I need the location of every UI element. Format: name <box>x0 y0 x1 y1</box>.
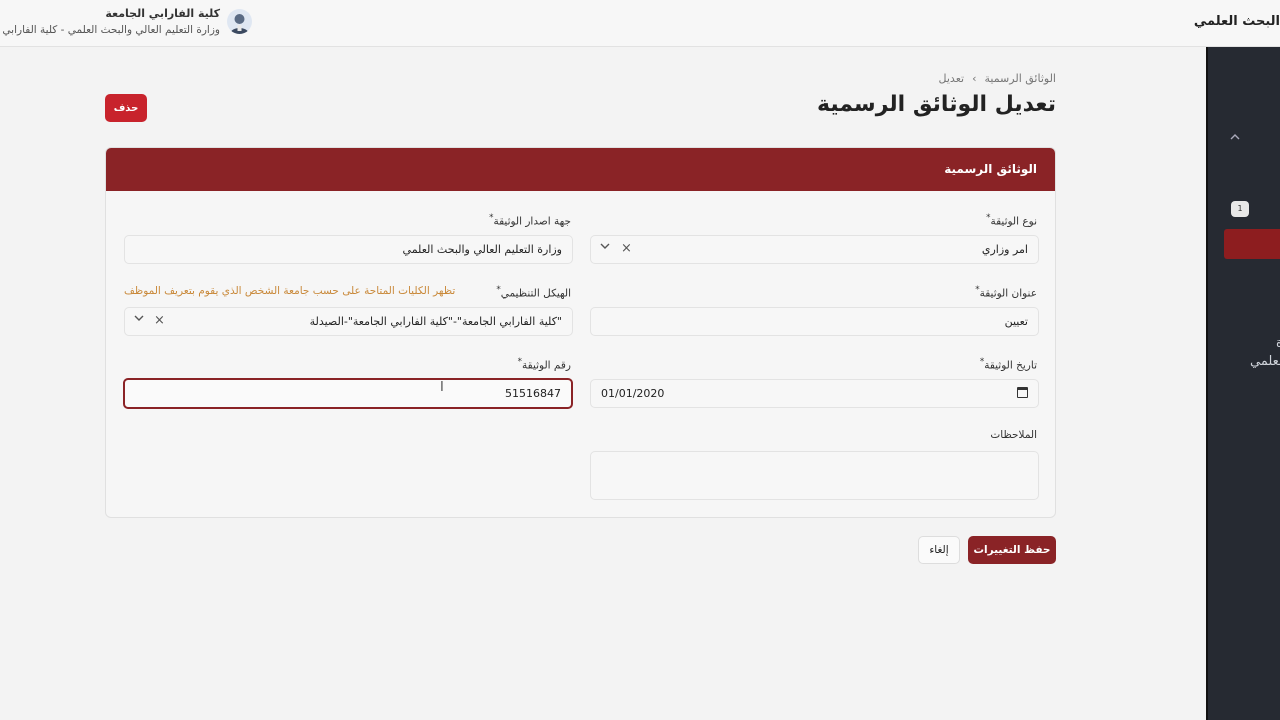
doc-date-label: تاريخ الوثيقة* <box>979 357 1037 372</box>
issuer-value: وزارة التعليم العالي والبحث العلمي <box>402 243 562 256</box>
doc-type-label: نوع الوثيقة* <box>986 213 1037 228</box>
breadcrumb: الوثائق الرسمية › تعديل <box>939 72 1056 85</box>
issuer-label: جهة اصدار الوثيقة* <box>489 213 571 228</box>
notes-textarea[interactable] <box>590 451 1039 500</box>
breadcrumb-current: تعديل <box>938 72 965 85</box>
doc-number-field[interactable]: 51516847 <box>123 378 573 409</box>
doc-type-select[interactable]: امر وزاري × <box>590 235 1039 264</box>
org-structure-hint: تظهر الكليات المتاحة على حسب جامعة الشخص… <box>124 285 456 297</box>
notes-label: الملاحظات <box>990 429 1037 441</box>
breadcrumb-separator: › <box>972 72 977 85</box>
chevron-down-icon[interactable] <box>134 314 144 325</box>
sidebar: 1 ة لعلمي <box>1206 47 1280 720</box>
sidebar-active-item[interactable] <box>1224 229 1280 259</box>
user-avatar-icon <box>230 14 249 34</box>
user-name: كلية الفارابي الجامعة <box>105 7 220 20</box>
chevron-up-icon[interactable] <box>1230 131 1240 144</box>
clear-icon[interactable]: × <box>154 313 165 328</box>
doc-number-label: رقم الوثيقة* <box>517 357 571 372</box>
sidebar-count-badge: 1 <box>1231 201 1249 217</box>
doc-number-value: 51516847 <box>505 387 561 400</box>
clear-icon[interactable]: × <box>621 241 632 256</box>
org-structure-select[interactable]: "كلية الفارابي الجامعة"-"كلية الفارابي ا… <box>124 307 573 336</box>
doc-title-value: تعيين <box>1004 315 1028 328</box>
doc-title-field[interactable]: تعيين <box>590 307 1039 336</box>
doc-title-label: عنوان الوثيقة* <box>975 285 1037 300</box>
doc-date-value: 01/01/2020 <box>601 387 665 400</box>
doc-date-field[interactable]: 01/01/2020 <box>590 379 1039 408</box>
calendar-icon[interactable] <box>1017 387 1028 398</box>
cancel-button[interactable]: إلغاء <box>918 536 960 564</box>
org-structure-label: الهيكل التنظيمي* <box>496 285 571 300</box>
breadcrumb-parent-link[interactable]: الوثائق الرسمية <box>984 72 1056 85</box>
doc-type-value: امر وزاري <box>981 243 1028 256</box>
chevron-down-icon[interactable] <box>600 242 610 253</box>
org-structure-value: "كلية الفارابي الجامعة"-"كلية الفارابي ا… <box>309 315 562 328</box>
page-title: تعديل الوثائق الرسمية <box>816 92 1056 117</box>
avatar[interactable] <box>227 9 252 34</box>
delete-button[interactable]: حذف <box>105 94 147 122</box>
top-bar: البحث العلمي كلية الفارابي الجامعة وزارة… <box>0 0 1280 47</box>
app-title: البحث العلمي <box>1193 14 1280 29</box>
card-header: الوثائق الرسمية <box>106 148 1055 191</box>
user-organization: وزارة التعليم العالي والبحث العلمي - كلي… <box>0 24 220 36</box>
user-info[interactable]: كلية الفارابي الجامعة وزارة التعليم العا… <box>0 7 222 41</box>
issuer-field[interactable]: وزارة التعليم العالي والبحث العلمي <box>124 235 573 264</box>
save-button[interactable]: حفظ التغييرات <box>968 536 1056 564</box>
text-cursor-icon: I <box>440 380 444 395</box>
form-card: الوثائق الرسمية نوع الوثيقة* امر وزاري ×… <box>105 147 1056 518</box>
